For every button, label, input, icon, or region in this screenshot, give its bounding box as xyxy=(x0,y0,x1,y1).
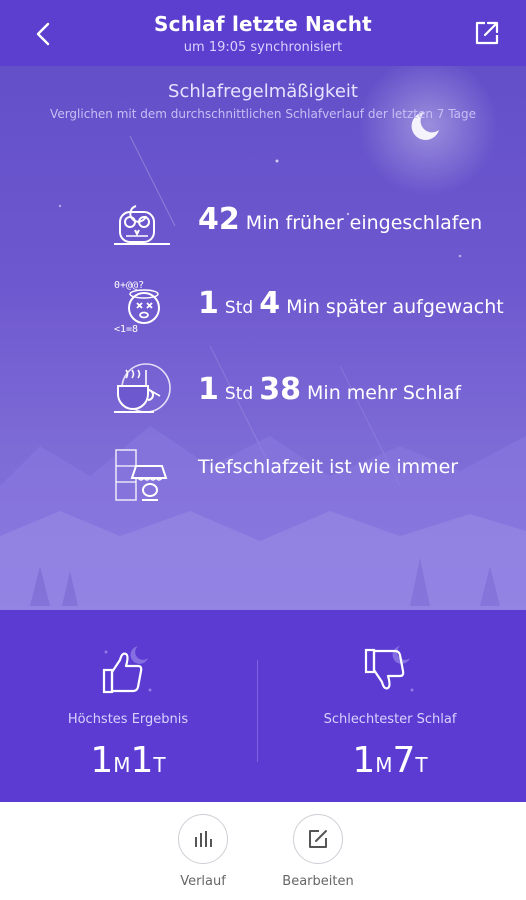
edit-label: Bearbeiten xyxy=(282,874,354,889)
more-hours-unit: Std xyxy=(224,384,254,404)
coffee-cup-icon xyxy=(114,363,171,413)
regularity-title: Schlafregelmäßigkeit xyxy=(168,81,358,102)
night-sky-background xyxy=(0,66,526,610)
fell-asleep-earlier-row: 42 Min früher eingeschlafen xyxy=(110,192,510,254)
regularity-subtitle: Verglichen mit dem durchschnittlichen Sc… xyxy=(50,107,476,121)
more-minutes-value: 38 xyxy=(259,372,301,407)
thumbs-down-icon xyxy=(364,646,414,692)
edit-icon xyxy=(309,830,327,848)
dizzy-face-icon: 0+@@? <1=8 xyxy=(114,280,160,335)
earlier-minutes-value: 42 xyxy=(198,202,240,237)
bar-chart-icon xyxy=(195,831,212,847)
earlier-text: Min früher eingeschlafen xyxy=(245,212,483,234)
thumbs-up-icon xyxy=(102,646,152,694)
more-hours-value: 1 xyxy=(198,372,219,407)
share-icon[interactable] xyxy=(474,20,500,46)
more-text: Min mehr Schlaf xyxy=(307,382,462,404)
worst-value: 1M7T xyxy=(352,740,428,781)
worst-label: Schlechtester Schlaf xyxy=(323,712,457,727)
more-sleep-row: 1 Std 38 Min mehr Schlaf xyxy=(110,362,510,424)
lamp-icon xyxy=(115,449,168,501)
best-label: Höchstes Ergebnis xyxy=(67,712,189,727)
history-circle[interactable] xyxy=(178,814,228,864)
bottom-actions: Verlauf Bearbeiten xyxy=(0,802,526,900)
later-hours-unit: Std xyxy=(224,298,254,318)
svg-text:0+@@?: 0+@@? xyxy=(114,280,144,291)
stats-divider xyxy=(257,660,258,762)
sleep-regularity-panel: Schlafregelmäßigkeit Verglichen mit dem … xyxy=(0,66,526,610)
deep-sleep-row: Tiefschlafzeit ist wie immer xyxy=(110,446,510,508)
history-label: Verlauf xyxy=(180,874,226,889)
history-button[interactable]: Verlauf xyxy=(153,814,253,889)
later-hours-value: 1 xyxy=(198,286,219,321)
app-header: Schlaf letzte Nacht um 19:05 synchronisi… xyxy=(0,0,526,66)
best-value: 1M1T xyxy=(90,740,166,781)
edit-circle[interactable] xyxy=(293,814,343,864)
woke-later-row: 0+@@? <1=8 1 Std 4 Min später aufgewacht xyxy=(110,276,510,338)
sync-status: um 19:05 synchronisiert xyxy=(183,40,343,55)
owl-icon xyxy=(114,205,170,245)
stats-panel: Höchstes Ergebnis 1M1T Schlechtester Sch… xyxy=(0,610,526,802)
page-title: Schlaf letzte Nacht xyxy=(154,12,372,36)
deep-sleep-text: Tiefschlafzeit ist wie immer xyxy=(198,456,459,478)
later-minutes-value: 4 xyxy=(259,286,281,321)
svg-text:<1=8: <1=8 xyxy=(114,324,138,335)
edit-button[interactable]: Bearbeiten xyxy=(268,814,368,889)
later-text: Min später aufgewacht xyxy=(286,296,504,318)
